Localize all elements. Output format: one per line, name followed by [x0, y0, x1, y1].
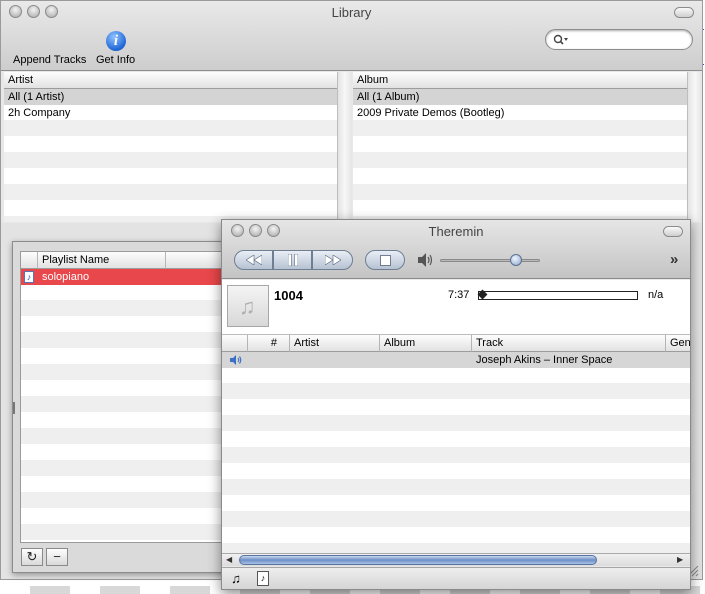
track-number-header[interactable]: #: [248, 335, 290, 352]
track-album-header[interactable]: Album: [380, 335, 472, 352]
playlist-toggle-button[interactable]: ♪: [257, 571, 269, 586]
stop-icon: [379, 254, 391, 266]
stop-button[interactable]: [365, 250, 405, 270]
refresh-playlist-button[interactable]: ↻: [21, 548, 43, 566]
library-title: Library: [331, 5, 372, 20]
music-note-icon: ♫: [239, 294, 256, 319]
append-tracks-icon: [39, 31, 59, 51]
track-genre-header[interactable]: Gen: [666, 335, 690, 352]
artist-row[interactable]: All (1 Artist): [4, 89, 337, 105]
artist-row[interactable]: 2h Company: [4, 105, 337, 121]
artist-row-label: 2h Company: [8, 107, 71, 119]
search-icon[interactable]: [553, 34, 569, 46]
elapsed-time: 7:37: [448, 289, 470, 301]
toolbar-toggle-button[interactable]: [674, 7, 694, 18]
player-window: Theremin » ♫ 1004 7:37 n/a # Artist Albu…: [221, 219, 691, 590]
scroll-thumb[interactable]: [239, 555, 597, 565]
volume-track: [440, 259, 540, 262]
remaining-time: n/a: [648, 289, 664, 301]
track-title-cell: Joseph Akins – Inner Space: [476, 354, 613, 366]
track-title-header[interactable]: Track: [472, 335, 666, 352]
artist-row-label: All (1 Artist): [8, 91, 65, 103]
search-field[interactable]: [545, 29, 693, 50]
horizontal-scrollbar[interactable]: ◀ ▶: [222, 553, 690, 566]
pause-button[interactable]: [273, 250, 312, 270]
playlist-document-icon: ♪: [260, 573, 266, 583]
artist-scrollbar[interactable]: [337, 72, 352, 222]
progress-bar[interactable]: [477, 289, 638, 300]
fast-forward-icon: [324, 255, 341, 265]
scroll-left-arrow-icon[interactable]: ◀: [226, 555, 232, 564]
playlist-item[interactable]: ♪ solopiano: [21, 269, 226, 285]
album-scrollbar[interactable]: [687, 72, 702, 222]
artist-browser: Artist All (1 Artist) 2h Company: [4, 72, 352, 222]
pause-icon: [287, 254, 298, 266]
playlist-icon-column-header[interactable]: [21, 252, 38, 269]
music-note-toggle-icon: ♫: [231, 571, 241, 586]
player-titlebar: Theremin »: [222, 220, 690, 279]
artist-column-header[interactable]: Artist: [4, 72, 337, 89]
album-row-label: 2009 Private Demos (Bootleg): [357, 107, 505, 119]
rewind-icon: [245, 255, 262, 265]
minus-icon: −: [53, 549, 61, 564]
playlist-drawer: Playlist Name ♪ solopiano ↻ −: [12, 241, 227, 573]
append-tracks-label: Append Tracks: [13, 54, 87, 66]
append-tracks-button[interactable]: Append Tracks: [11, 29, 89, 67]
player-title: Theremin: [428, 224, 484, 239]
scroll-right-arrow-icon[interactable]: ▶: [677, 555, 683, 564]
search-input[interactable]: [572, 32, 684, 47]
get-info-button[interactable]: i Get Info: [93, 29, 139, 67]
volume-slider[interactable]: [440, 254, 540, 266]
album-browser: Album All (1 Album) 2009 Private Demos (…: [353, 72, 702, 222]
remove-playlist-button[interactable]: −: [46, 548, 68, 566]
playlist-extra-header[interactable]: [166, 252, 226, 269]
album-row[interactable]: 2009 Private Demos (Bootleg): [353, 105, 687, 121]
overflow-chevron-icon[interactable]: »: [670, 251, 678, 268]
album-row-label: All (1 Album): [357, 91, 420, 103]
library-titlebar: Library Append Tracks i Get Info: [1, 1, 702, 71]
volume-icon: [417, 252, 435, 268]
playlist-item-label: solopiano: [42, 271, 90, 283]
player-toolbar-toggle-button[interactable]: [663, 226, 683, 237]
player-bottom-bar: ♫ ♪: [222, 567, 690, 589]
playlist-file-icon: ♪: [24, 271, 34, 283]
info-icon: i: [106, 31, 126, 51]
refresh-icon: ↻: [26, 549, 38, 564]
now-playing-title: 1004: [274, 288, 303, 303]
album-column-header[interactable]: Album: [353, 72, 687, 89]
drawer-handle[interactable]: [13, 402, 15, 414]
now-playing-panel: ♫ 1004 7:37 n/a: [222, 280, 690, 335]
get-info-label: Get Info: [96, 54, 136, 66]
track-artist-header[interactable]: Artist: [290, 335, 380, 352]
playlist-list: Playlist Name ♪ solopiano: [20, 251, 226, 543]
volume-knob[interactable]: [510, 254, 522, 266]
track-status-column-header[interactable]: [222, 335, 248, 352]
progress-marker-icon[interactable]: [477, 289, 488, 300]
album-art: ♫: [227, 285, 269, 327]
previous-button[interactable]: [234, 250, 273, 270]
library-toggle-button[interactable]: ♫: [227, 571, 245, 587]
playlist-name-header[interactable]: Playlist Name: [38, 252, 166, 269]
speaker-icon: [229, 354, 243, 366]
table-row[interactable]: Joseph Akins – Inner Space: [222, 352, 690, 368]
next-button[interactable]: [312, 250, 353, 270]
track-list: # Artist Album Track Gen Joseph Akins – …: [222, 335, 690, 553]
album-row[interactable]: All (1 Album): [353, 89, 687, 105]
